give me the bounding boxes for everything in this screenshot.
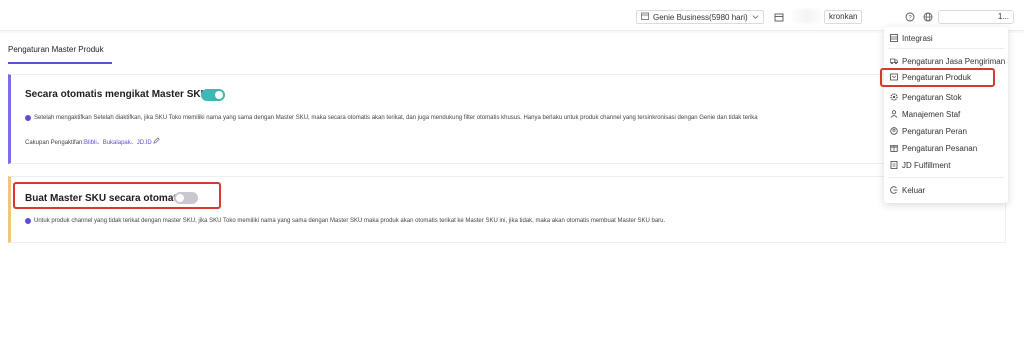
menu-divider bbox=[888, 177, 1004, 178]
truck-icon bbox=[890, 57, 898, 65]
menu-item-logout[interactable]: Keluar bbox=[890, 184, 925, 196]
stock-gear-icon bbox=[890, 93, 898, 101]
calendar-icon bbox=[641, 12, 649, 22]
integration-icon bbox=[890, 34, 898, 42]
plan-selector[interactable]: Genie Business(5980 hari) bbox=[636, 10, 764, 24]
toggle-knob bbox=[215, 91, 223, 99]
activation-scope: Cakupan Pengaktifan:Blibli、Bukalapak、JD.… bbox=[25, 137, 161, 146]
scope-links[interactable]: Blibli、Bukalapak、JD.ID bbox=[84, 140, 152, 146]
auto-create-description-text: Untuk produk channel yang tidak terikat … bbox=[34, 218, 666, 224]
settings-dropdown-menu: Integrasi Pengaturan Jasa Pengiriman Pen… bbox=[884, 27, 1008, 203]
scope-label: Cakupan Pengaktifan: bbox=[25, 140, 85, 146]
sync-button[interactable]: kronkan bbox=[824, 10, 863, 24]
menu-item-stock-settings[interactable]: Pengaturan Stok bbox=[890, 91, 962, 103]
auto-bind-toggle[interactable] bbox=[201, 89, 225, 101]
chevron-down-icon bbox=[752, 13, 759, 22]
menu-item-shipping-settings[interactable]: Pengaturan Jasa Pengiriman bbox=[890, 55, 1005, 67]
plan-label: Genie Business(5980 hari) bbox=[653, 12, 748, 22]
tab-master-product-settings[interactable]: Pengaturan Master Produk bbox=[8, 45, 104, 54]
highlight-product-settings bbox=[880, 68, 995, 87]
menu-item-staff-management[interactable]: Manajemen Staf bbox=[890, 108, 960, 120]
menu-item-role-settings[interactable]: Pengaturan Peran bbox=[890, 125, 967, 137]
blurred-region bbox=[790, 9, 824, 23]
info-icon bbox=[25, 218, 31, 224]
auto-bind-title: Secara otomatis mengikat Master SKU bbox=[25, 89, 208, 100]
fulfillment-icon bbox=[890, 161, 898, 169]
help-icon[interactable]: ? bbox=[903, 10, 917, 24]
user-menu-button[interactable]: 1... bbox=[938, 10, 1014, 24]
highlight-auto-create bbox=[13, 182, 221, 209]
role-icon bbox=[890, 127, 898, 135]
logout-icon bbox=[890, 186, 898, 194]
globe-icon[interactable] bbox=[921, 10, 935, 24]
order-icon bbox=[890, 144, 898, 152]
active-tab-indicator bbox=[8, 62, 112, 64]
auto-bind-description: Setelah mengaktifkan Setelah diaktifkan,… bbox=[25, 115, 758, 121]
menu-item-integration[interactable]: Integrasi bbox=[890, 32, 933, 44]
top-bar: Genie Business(5980 hari) kronkan ? 1... bbox=[0, 0, 1024, 31]
edit-icon[interactable] bbox=[153, 137, 161, 146]
tab-bar: Pengaturan Master Produk bbox=[0, 33, 1024, 64]
staff-icon bbox=[890, 110, 898, 118]
menu-item-jd-fulfillment[interactable]: JD Fulfillment bbox=[890, 159, 950, 171]
info-icon bbox=[25, 115, 31, 121]
auto-bind-card: Secara otomatis mengikat Master SKU Sete… bbox=[8, 74, 1006, 164]
auto-create-description: Untuk produk channel yang tidak terikat … bbox=[25, 218, 665, 224]
auto-bind-description-text: Setelah mengaktifkan Setelah diaktifkan,… bbox=[34, 115, 758, 121]
menu-item-order-settings[interactable]: Pengaturan Pesanan bbox=[890, 142, 977, 154]
store-icon[interactable] bbox=[772, 10, 786, 24]
menu-divider bbox=[888, 48, 1004, 49]
user-label: 1... bbox=[997, 12, 1009, 21]
